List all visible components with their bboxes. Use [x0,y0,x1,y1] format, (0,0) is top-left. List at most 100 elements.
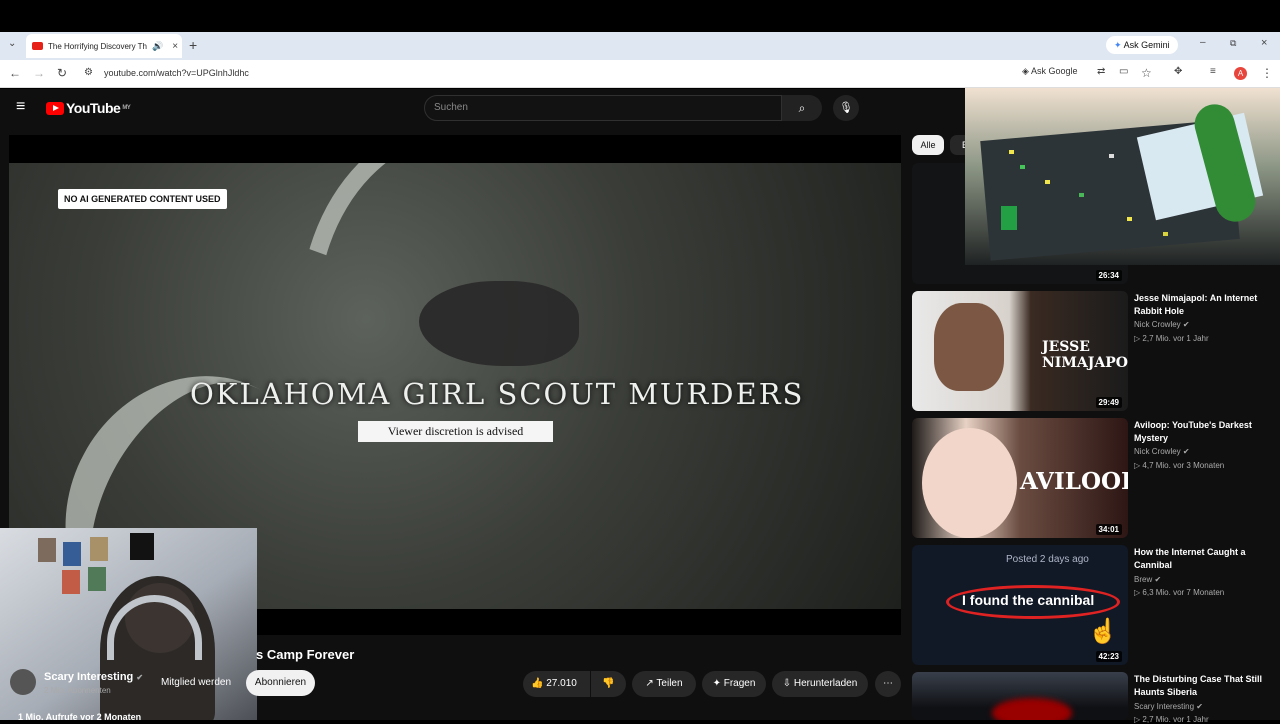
portrait-face [934,303,1004,391]
recommendation-meta-text: 4,7 Mio. vor 3 Monaten [1142,461,1225,470]
youtube-logo[interactable]: YouTube MY [46,100,131,116]
recommendation-thumbnail-2[interactable]: JESSE NIMAJAPOL 29:49 [912,291,1128,411]
share-button[interactable]: ↗ Teilen [632,671,696,697]
youtube-logo-text: YouTube [66,100,121,116]
extensions-icon[interactable]: ✥ [1174,66,1182,77]
wall-poster [38,538,56,562]
like-button[interactable]: 👍 27.010 [523,671,590,697]
recommendation-title[interactable]: Jesse Nimajapol: An Internet Rabbit Hole [1134,292,1264,318]
tab-title: The Horrifying Discovery Th [48,41,147,51]
video-overlay-headline: OKLAHOMA GIRL SCOUT MURDERS [190,377,805,411]
channel-avatar[interactable] [10,669,36,695]
recommendation-thumbnail-3[interactable]: AVILOOP 34:01 [912,418,1128,538]
hamburger-menu-icon[interactable]: ≡ [16,98,25,116]
youtube-play-icon [46,101,64,115]
youtube-favicon-icon [32,42,43,50]
recommendation-channel[interactable]: Brew ✔ [1134,575,1161,584]
join-button[interactable]: Mitglied werden [150,670,242,696]
lego-brick [1045,180,1050,184]
share-icon: ↗ [645,678,654,689]
like-count: 27.010 [546,678,577,689]
ask-google-button[interactable]: ◈ Ask Google [1022,66,1077,77]
ask-label: Fragen [723,678,756,689]
download-label: Herunterladen [793,678,858,689]
recommendation-thumbnail-4[interactable]: Posted 2 days ago I found the cannibal ☝… [912,545,1128,665]
ask-button[interactable]: ✦ Fragen [702,671,766,697]
wall-poster [88,567,106,591]
recommendation-thumbnail-5[interactable] [912,672,1128,720]
lego-brick [1020,165,1025,169]
recommendation-title[interactable]: The Disturbing Case That Still Haunts Si… [1134,673,1264,699]
reload-icon[interactable]: ↻ [57,66,67,80]
bookmark-star-icon[interactable]: ☆ [1141,66,1152,80]
wall-poster [63,542,81,566]
video-duration: 42:23 [1095,651,1122,662]
recommendation-title[interactable]: Aviloop: YouTube's Darkest Mystery [1134,419,1264,445]
search-input[interactable]: Suchen [424,95,782,121]
gemini-icon: ✦ [1114,40,1122,50]
back-icon[interactable]: ← [9,66,21,80]
dislike-button[interactable]: 👎 [591,671,626,697]
view-count-date: 1 Mio. Aufrufe vor 2 Monaten [18,712,142,722]
minimize-icon[interactable]: – [1200,37,1206,48]
download-icon: ⇩ [782,678,792,689]
thumbs-up-icon: 👍 [531,678,544,689]
recommendation-channel[interactable]: Nick Crowley ✔ [1134,320,1190,329]
voice-search-button[interactable]: 🎙 [833,95,859,121]
verified-icon: ✔ [136,673,144,682]
sparkle-icon: ✦ [712,678,721,689]
play-small-icon: ▷ [1134,588,1141,597]
thumbs-down-icon: 👎 [602,678,615,689]
channel-name[interactable]: Scary Interesting ✔ [44,671,143,683]
window-close-icon[interactable]: × [1261,37,1267,49]
recommendation-meta-text: 2,7 Mio. vor 1 Jahr [1142,334,1209,343]
tab-search-icon[interactable]: ⌄ [8,38,16,49]
lego-brick [1079,193,1084,197]
media-controls-icon[interactable]: ≡ [1210,66,1216,77]
recommendation-meta-text: 6,3 Mio. vor 7 Monaten [1142,588,1225,597]
search-button[interactable]: ⌕ [782,95,822,121]
recommendation-channel-text: Nick Crowley [1134,447,1181,456]
lego-brick [1001,206,1017,230]
hand-camera-overlay [965,88,1280,265]
recommendation-channel[interactable]: Scary Interesting ✔ [1134,702,1203,711]
lego-brick [1009,150,1014,154]
browser-tab[interactable]: The Horrifying Discovery Th 🔊 × [26,34,182,58]
portrait-face [922,428,1017,538]
cast-icon[interactable]: ▭ [1119,66,1128,77]
translate-icon[interactable]: ⇄ [1097,66,1105,77]
address-bar[interactable]: youtube.com/watch?v=UPGlnhJldhc [104,68,249,78]
close-tab-icon[interactable]: × [172,41,178,52]
lens-icon: ◈ [1022,66,1029,76]
recommendation-meta: ▷ 4,7 Mio. vor 3 Monaten [1134,461,1224,470]
download-button[interactable]: ⇩ Herunterladen [772,671,868,697]
restore-icon[interactable]: ⧉ [1230,38,1236,49]
ask-gemini-button[interactable]: ✦ Ask Gemini [1106,36,1178,54]
video-title: s Camp Forever [256,647,355,662]
subscriber-count: 2 Mio. Abonnenten [44,686,111,695]
recommendation-channel[interactable]: Nick Crowley ✔ [1134,447,1190,456]
no-ai-content-badge: NO AI GENERATED CONTENT USED [58,189,227,209]
play-small-icon: ▷ [1134,334,1141,343]
channel-name-text: Scary Interesting [44,671,134,683]
profile-avatar[interactable]: A [1234,67,1247,80]
thumbnail-headline: AVILOOP [1020,468,1128,495]
lego-brick [1163,232,1168,236]
more-actions-button[interactable]: ⋯ [875,671,901,697]
browser-menu-icon[interactable]: ⋮ [1261,66,1273,80]
hand-cursor-icon: ☝ [1088,618,1118,645]
ask-google-label: Ask Google [1030,66,1078,76]
chip-all[interactable]: Alle [912,135,944,155]
ask-gemini-label: Ask Gemini [1123,40,1170,50]
recommendation-channel-text: Nick Crowley [1134,320,1181,329]
subscribe-button[interactable]: Abonnieren [246,670,315,696]
recommendation-channel-text: Scary Interesting [1134,702,1195,711]
recommendation-title[interactable]: How the Internet Caught a Cannibal [1134,546,1264,572]
verified-icon: ✔ [1154,575,1162,584]
speaker-icon[interactable]: 🔊 [152,41,163,52]
new-tab-icon[interactable]: + [189,37,197,53]
site-info-icon[interactable]: ⚙ [84,67,93,78]
wall-poster [130,533,154,560]
forward-icon[interactable]: → [33,66,45,80]
wall-poster [62,570,80,594]
